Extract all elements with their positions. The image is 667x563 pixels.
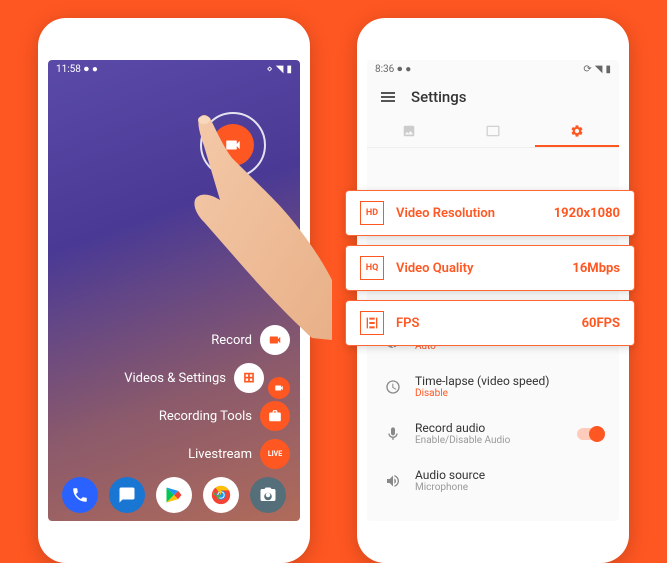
menu-item-livestream[interactable]: Livestream LIVE	[124, 439, 290, 469]
status-bar: 11:58 ⏺ ● ⋄ ◥ ▮	[48, 60, 300, 78]
page-title: Settings	[411, 88, 467, 106]
recording-icon: ●	[92, 64, 98, 75]
video-tab-icon	[486, 124, 500, 138]
image-icon	[402, 124, 416, 138]
gear-icon	[570, 124, 584, 138]
wifi-icon: ◥	[595, 64, 603, 75]
film-icon	[360, 311, 384, 335]
video-camera-icon	[224, 136, 242, 154]
battery-icon: ▮	[286, 64, 292, 75]
hd-icon: HD	[360, 201, 384, 225]
status-bar: 8:36 ⏺ ● ⟳ ◥ ▮	[367, 60, 619, 78]
tab-video[interactable]	[451, 116, 535, 147]
battery-icon: ▮	[605, 64, 611, 75]
wifi-icon: ◥	[276, 64, 284, 75]
record-icon	[260, 325, 290, 355]
status-time: 8:36	[375, 64, 394, 75]
grid-icon: ⊞	[234, 363, 264, 393]
bluetooth-icon: ⋄	[267, 64, 273, 75]
status-time: 11:58	[56, 64, 81, 75]
hq-icon: HQ	[360, 256, 384, 280]
menu-item-record[interactable]: Record	[124, 325, 290, 355]
audio-toggle[interactable]	[577, 428, 603, 440]
dock-chrome-icon[interactable]	[203, 477, 239, 513]
menu-item-recording-tools[interactable]: Recording Tools	[124, 401, 290, 431]
menu-item-videos-settings[interactable]: Videos & Settings ⊞	[124, 363, 290, 393]
speaker-icon	[385, 473, 401, 489]
live-icon: LIVE	[260, 439, 290, 469]
dock-camera-icon[interactable]	[250, 477, 286, 513]
toolbox-icon	[260, 401, 290, 431]
setting-audio-source[interactable]: Audio source Microphone	[367, 457, 619, 504]
card-fps[interactable]: FPS 60FPS	[345, 300, 635, 346]
tabs	[367, 116, 619, 148]
floating-menu: Record Videos & Settings ⊞ Recording Too…	[124, 325, 290, 469]
mic-icon	[385, 426, 401, 442]
card-video-quality[interactable]: HQ Video Quality 16Mbps	[345, 245, 635, 291]
camcorder-icon: ⏺	[397, 64, 402, 75]
phone-homescreen: 11:58 ⏺ ● ⋄ ◥ ▮ Record	[38, 18, 310, 563]
setting-timelapse[interactable]: Time-lapse (video speed) Disable	[367, 363, 619, 410]
floating-record-button[interactable]	[200, 112, 266, 178]
dock-messages-icon[interactable]	[109, 477, 145, 513]
dock-phone-icon[interactable]	[62, 477, 98, 513]
tab-image[interactable]	[367, 116, 451, 147]
card-video-resolution[interactable]: HD Video Resolution 1920x1080	[345, 190, 635, 236]
camcorder-icon: ⏺	[84, 64, 89, 75]
timer-icon	[385, 379, 401, 395]
hamburger-icon[interactable]	[381, 92, 395, 102]
tab-settings[interactable]	[535, 116, 619, 147]
setting-record-audio[interactable]: Record audio Enable/Disable Audio	[367, 410, 619, 457]
dock	[48, 477, 300, 513]
dock-play-store-icon[interactable]	[156, 477, 192, 513]
recording-icon: ●	[405, 64, 411, 75]
sync-icon: ⟳	[583, 64, 591, 75]
settings-header: Settings	[367, 78, 619, 116]
camcorder-small-icon	[268, 377, 290, 399]
homescreen: 11:58 ⏺ ● ⋄ ◥ ▮ Record	[48, 60, 300, 521]
